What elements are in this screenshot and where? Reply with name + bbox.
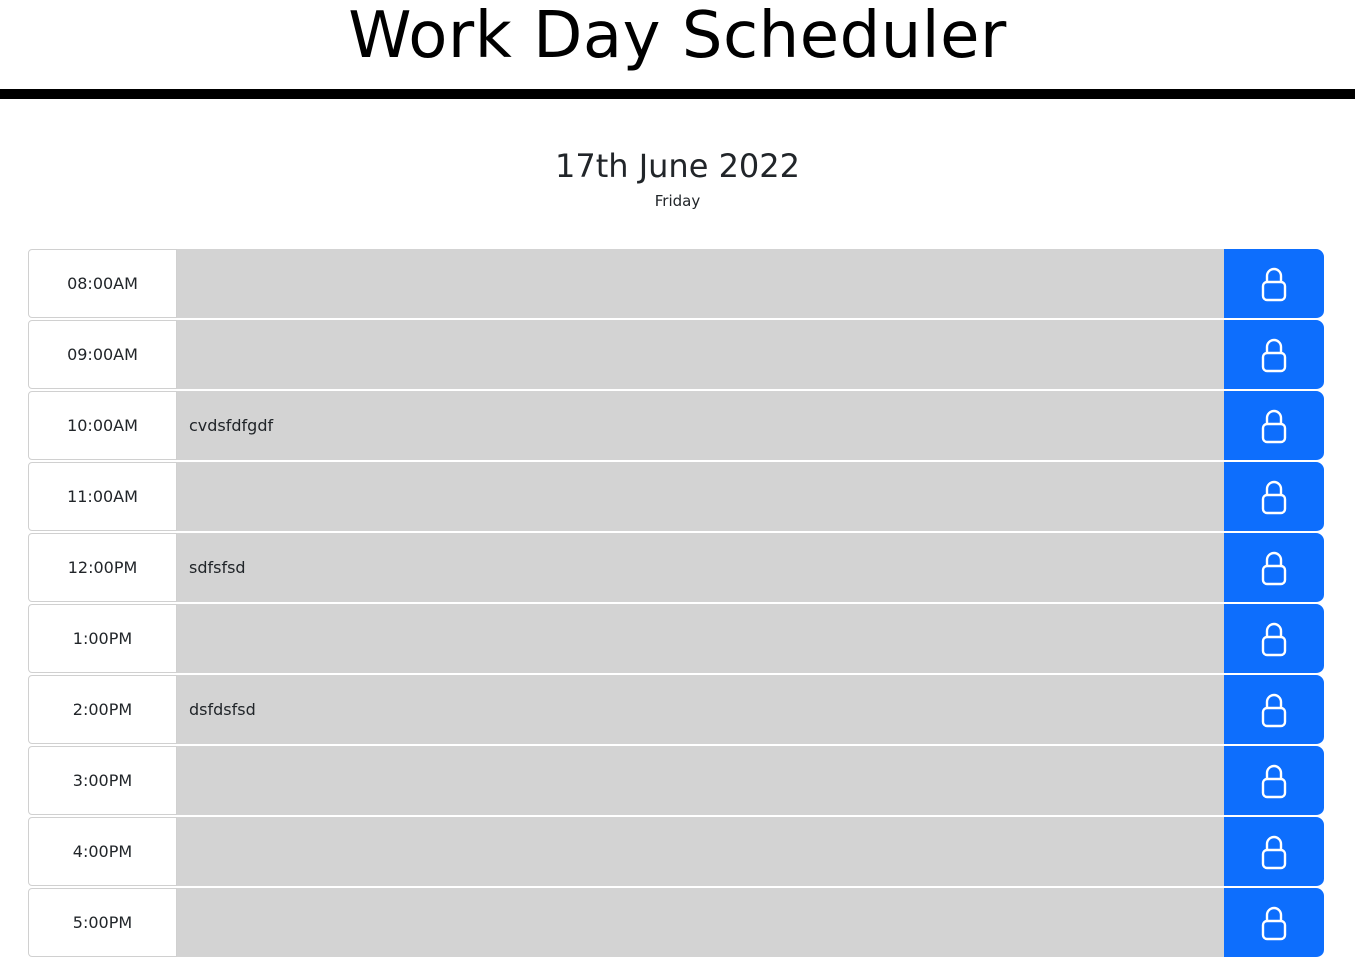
schedule-container: 08:00AM 09:00AM 10:00AM cvdsfdfgdf 11:00… [28,249,1324,959]
hour-label: 4:00PM [28,817,177,886]
save-button[interactable] [1224,462,1324,532]
time-block-row: 12:00PM sdfsfsd [28,533,1324,604]
hour-label: 12:00PM [28,533,177,602]
save-button[interactable] [1224,746,1324,816]
hour-label: 11:00AM [28,462,177,531]
time-block-row: 08:00AM [28,249,1324,320]
task-input[interactable]: cvdsfdfgdf [177,391,1224,461]
hour-label: 10:00AM [28,391,177,460]
save-button[interactable] [1224,533,1324,603]
page-title: Work Day Scheduler [348,0,1007,73]
time-block-row: 09:00AM [28,320,1324,391]
hour-label: 09:00AM [28,320,177,389]
lock-icon [1261,409,1287,443]
hour-label: 3:00PM [28,746,177,815]
hour-label: 5:00PM [28,888,177,957]
hour-label: 08:00AM [28,249,177,318]
time-block-row: 3:00PM [28,746,1324,817]
time-block-row: 2:00PM dsfdsfsd [28,675,1324,746]
save-button[interactable] [1224,604,1324,674]
task-input[interactable]: dsfdsfsd [177,675,1224,745]
task-input[interactable] [177,746,1224,816]
task-input[interactable] [177,249,1224,319]
lock-icon [1261,693,1287,727]
task-input[interactable] [177,604,1224,674]
save-button[interactable] [1224,888,1324,958]
current-date: 17th June 2022 Friday [0,146,1355,216]
time-block-row: 4:00PM [28,817,1324,888]
lock-icon [1261,267,1287,301]
lock-icon [1261,622,1287,656]
save-button[interactable] [1224,391,1324,461]
hour-label: 2:00PM [28,675,177,744]
time-block-row: 1:00PM [28,604,1324,675]
task-input[interactable]: sdfsfsd [177,533,1224,603]
lock-icon [1261,480,1287,514]
save-button[interactable] [1224,249,1324,319]
lock-icon [1261,835,1287,869]
time-block-row: 11:00AM [28,462,1324,533]
task-input[interactable] [177,888,1224,958]
task-input[interactable] [177,320,1224,390]
page-header: Work Day Scheduler [0,0,1355,99]
lock-icon [1261,906,1287,940]
lock-icon [1261,551,1287,585]
task-input[interactable] [177,462,1224,532]
save-button[interactable] [1224,320,1324,390]
task-input[interactable] [177,817,1224,887]
save-button[interactable] [1224,817,1324,887]
lock-icon [1261,764,1287,798]
hour-label: 1:00PM [28,604,177,673]
lock-icon [1261,338,1287,372]
weekday-text: Friday [654,192,701,210]
time-block-row: 10:00AM cvdsfdfgdf [28,391,1324,462]
date-text: 17th June 2022 [554,147,800,185]
save-button[interactable] [1224,675,1324,745]
time-block-row: 5:00PM [28,888,1324,959]
